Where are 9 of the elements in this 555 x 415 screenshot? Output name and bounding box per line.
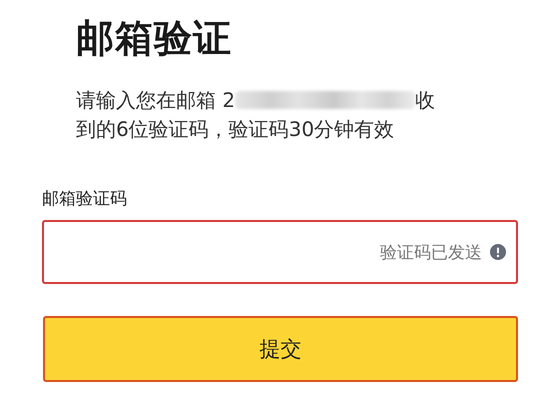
intro-text: 请输入您在邮箱 2: [76, 88, 236, 112]
intro-text: 到的6位验证码，验证码30分钟有效: [76, 116, 396, 143]
status-message: 验证码已发送: [380, 242, 482, 264]
page-title: 邮箱验证: [76, 15, 233, 62]
intro-text: 收: [415, 88, 436, 112]
warning-icon: [490, 244, 506, 260]
code-input-field[interactable]: 验证码已发送: [42, 220, 518, 284]
field-label: 邮箱验证码: [42, 188, 127, 210]
submit-button[interactable]: 提交: [43, 316, 518, 382]
